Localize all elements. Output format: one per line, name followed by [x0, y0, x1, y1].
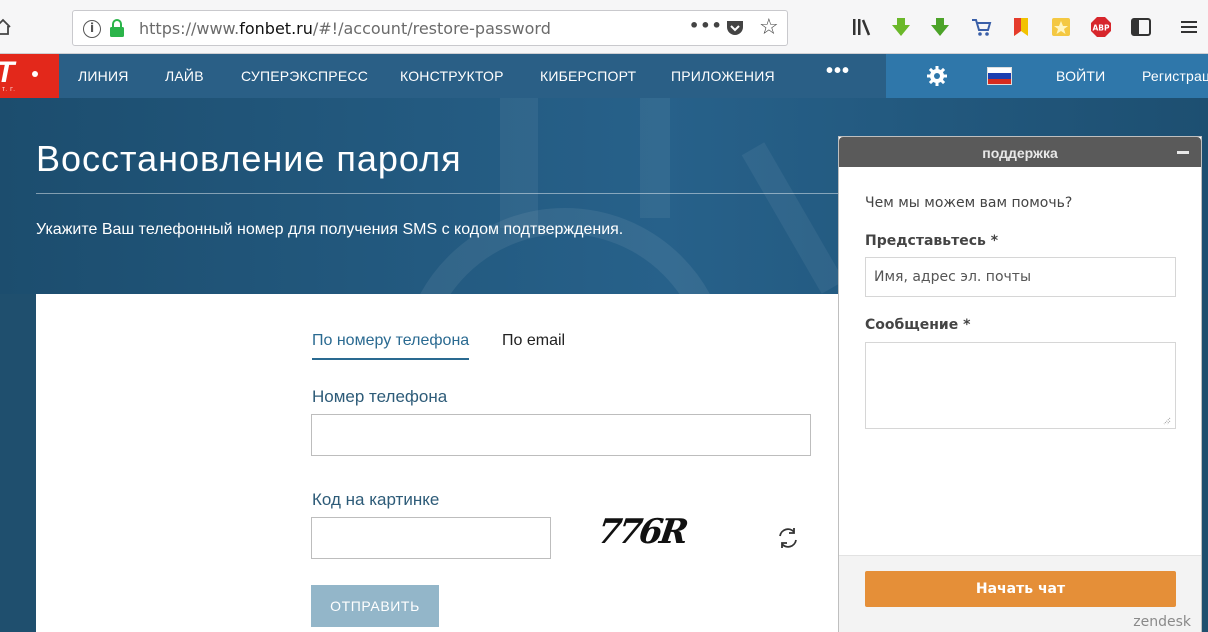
extension-icon[interactable]	[1050, 16, 1072, 38]
url-text[interactable]: https://www.fonbet.ru/#!/account/restore…	[139, 19, 551, 38]
start-chat-button[interactable]: Начать чат	[865, 571, 1176, 607]
minimize-icon[interactable]	[1177, 151, 1189, 154]
gear-icon[interactable]	[926, 65, 948, 87]
download-alt-icon[interactable]	[929, 16, 951, 38]
captcha-label: Код на картинке	[312, 490, 440, 509]
nav-more-icon[interactable]: •••	[826, 60, 850, 83]
page-description: Укажите Ваш телефонный номер для получен…	[36, 221, 624, 238]
nav-item-esports[interactable]: КИБЕРСПОРТ	[540, 68, 636, 84]
divider	[36, 193, 856, 194]
sidebar-icon[interactable]	[1130, 16, 1152, 38]
widget-footer: Начать чат zendesk	[839, 555, 1201, 632]
home-icon[interactable]	[0, 18, 12, 36]
nav-item-apps[interactable]: ПРИЛОЖЕНИЯ	[671, 68, 775, 84]
nav-item-line[interactable]: ЛИНИЯ	[78, 68, 129, 84]
adblock-icon[interactable]: ABP	[1090, 16, 1112, 38]
svg-text:ABP: ABP	[1092, 24, 1110, 33]
bookmark-flag-icon[interactable]	[1010, 16, 1032, 38]
restore-form: По номеру телефона По email Номер телефо…	[36, 294, 866, 632]
login-link[interactable]: ВОЙТИ	[1056, 68, 1105, 84]
browser-toolbar: i https://www.fonbet.ru/#!/account/resto…	[0, 0, 1208, 54]
message-label: Сообщение *	[865, 317, 971, 333]
refresh-icon[interactable]	[775, 525, 801, 551]
lock-icon[interactable]	[109, 19, 125, 37]
address-bar[interactable]: i https://www.fonbet.ru/#!/account/resto…	[72, 10, 788, 46]
cart-icon[interactable]	[970, 16, 992, 38]
nav-user-area: ВОЙТИ Регистрац	[886, 54, 1208, 98]
language-flag-icon[interactable]	[987, 67, 1012, 85]
nav-item-live[interactable]: ЛАЙВ	[165, 68, 204, 84]
page-actions-icon[interactable]: •••	[689, 16, 723, 35]
phone-input[interactable]	[311, 414, 811, 456]
submit-button[interactable]: ОТПРАВИТЬ	[311, 585, 439, 627]
bookmark-star-icon[interactable]: ☆	[759, 15, 779, 40]
widget-question: Чем мы можем вам помочь?	[865, 195, 1073, 211]
site-logo[interactable]: T Т. Г.	[0, 54, 59, 98]
support-widget: поддержка Чем мы можем вам помочь? Предс…	[838, 136, 1202, 632]
pocket-icon[interactable]	[725, 19, 745, 37]
tab-by-email[interactable]: По email	[502, 332, 565, 350]
captcha-input[interactable]	[311, 517, 551, 559]
menu-icon[interactable]	[1178, 16, 1200, 38]
message-textarea[interactable]	[865, 342, 1176, 429]
info-icon[interactable]: i	[83, 20, 101, 38]
name-label: Представьтесь *	[865, 233, 999, 249]
main-nav: T Т. Г. ЛИНИЯ ЛАЙВ СУПЕРЭКСПРЕСС КОНСТРУ…	[0, 54, 1208, 98]
phone-label: Номер телефона	[312, 387, 448, 406]
register-link[interactable]: Регистрац	[1142, 68, 1208, 84]
widget-title: поддержка	[982, 145, 1058, 161]
resize-handle-icon[interactable]	[1163, 417, 1171, 425]
page-title: Восстановление пароля	[36, 138, 462, 179]
name-input[interactable]: Имя, адрес эл. почты	[865, 257, 1176, 297]
captcha-image: 776R	[595, 512, 689, 552]
zendesk-brand[interactable]: zendesk	[1133, 614, 1191, 630]
nav-item-constructor[interactable]: КОНСТРУКТОР	[400, 68, 504, 84]
library-icon[interactable]	[851, 16, 873, 38]
widget-header[interactable]: поддержка	[839, 137, 1201, 167]
nav-item-superexpress[interactable]: СУПЕРЭКСПРЕСС	[241, 68, 368, 84]
download-icon[interactable]	[890, 16, 912, 38]
tab-by-phone[interactable]: По номеру телефона	[312, 332, 470, 360]
